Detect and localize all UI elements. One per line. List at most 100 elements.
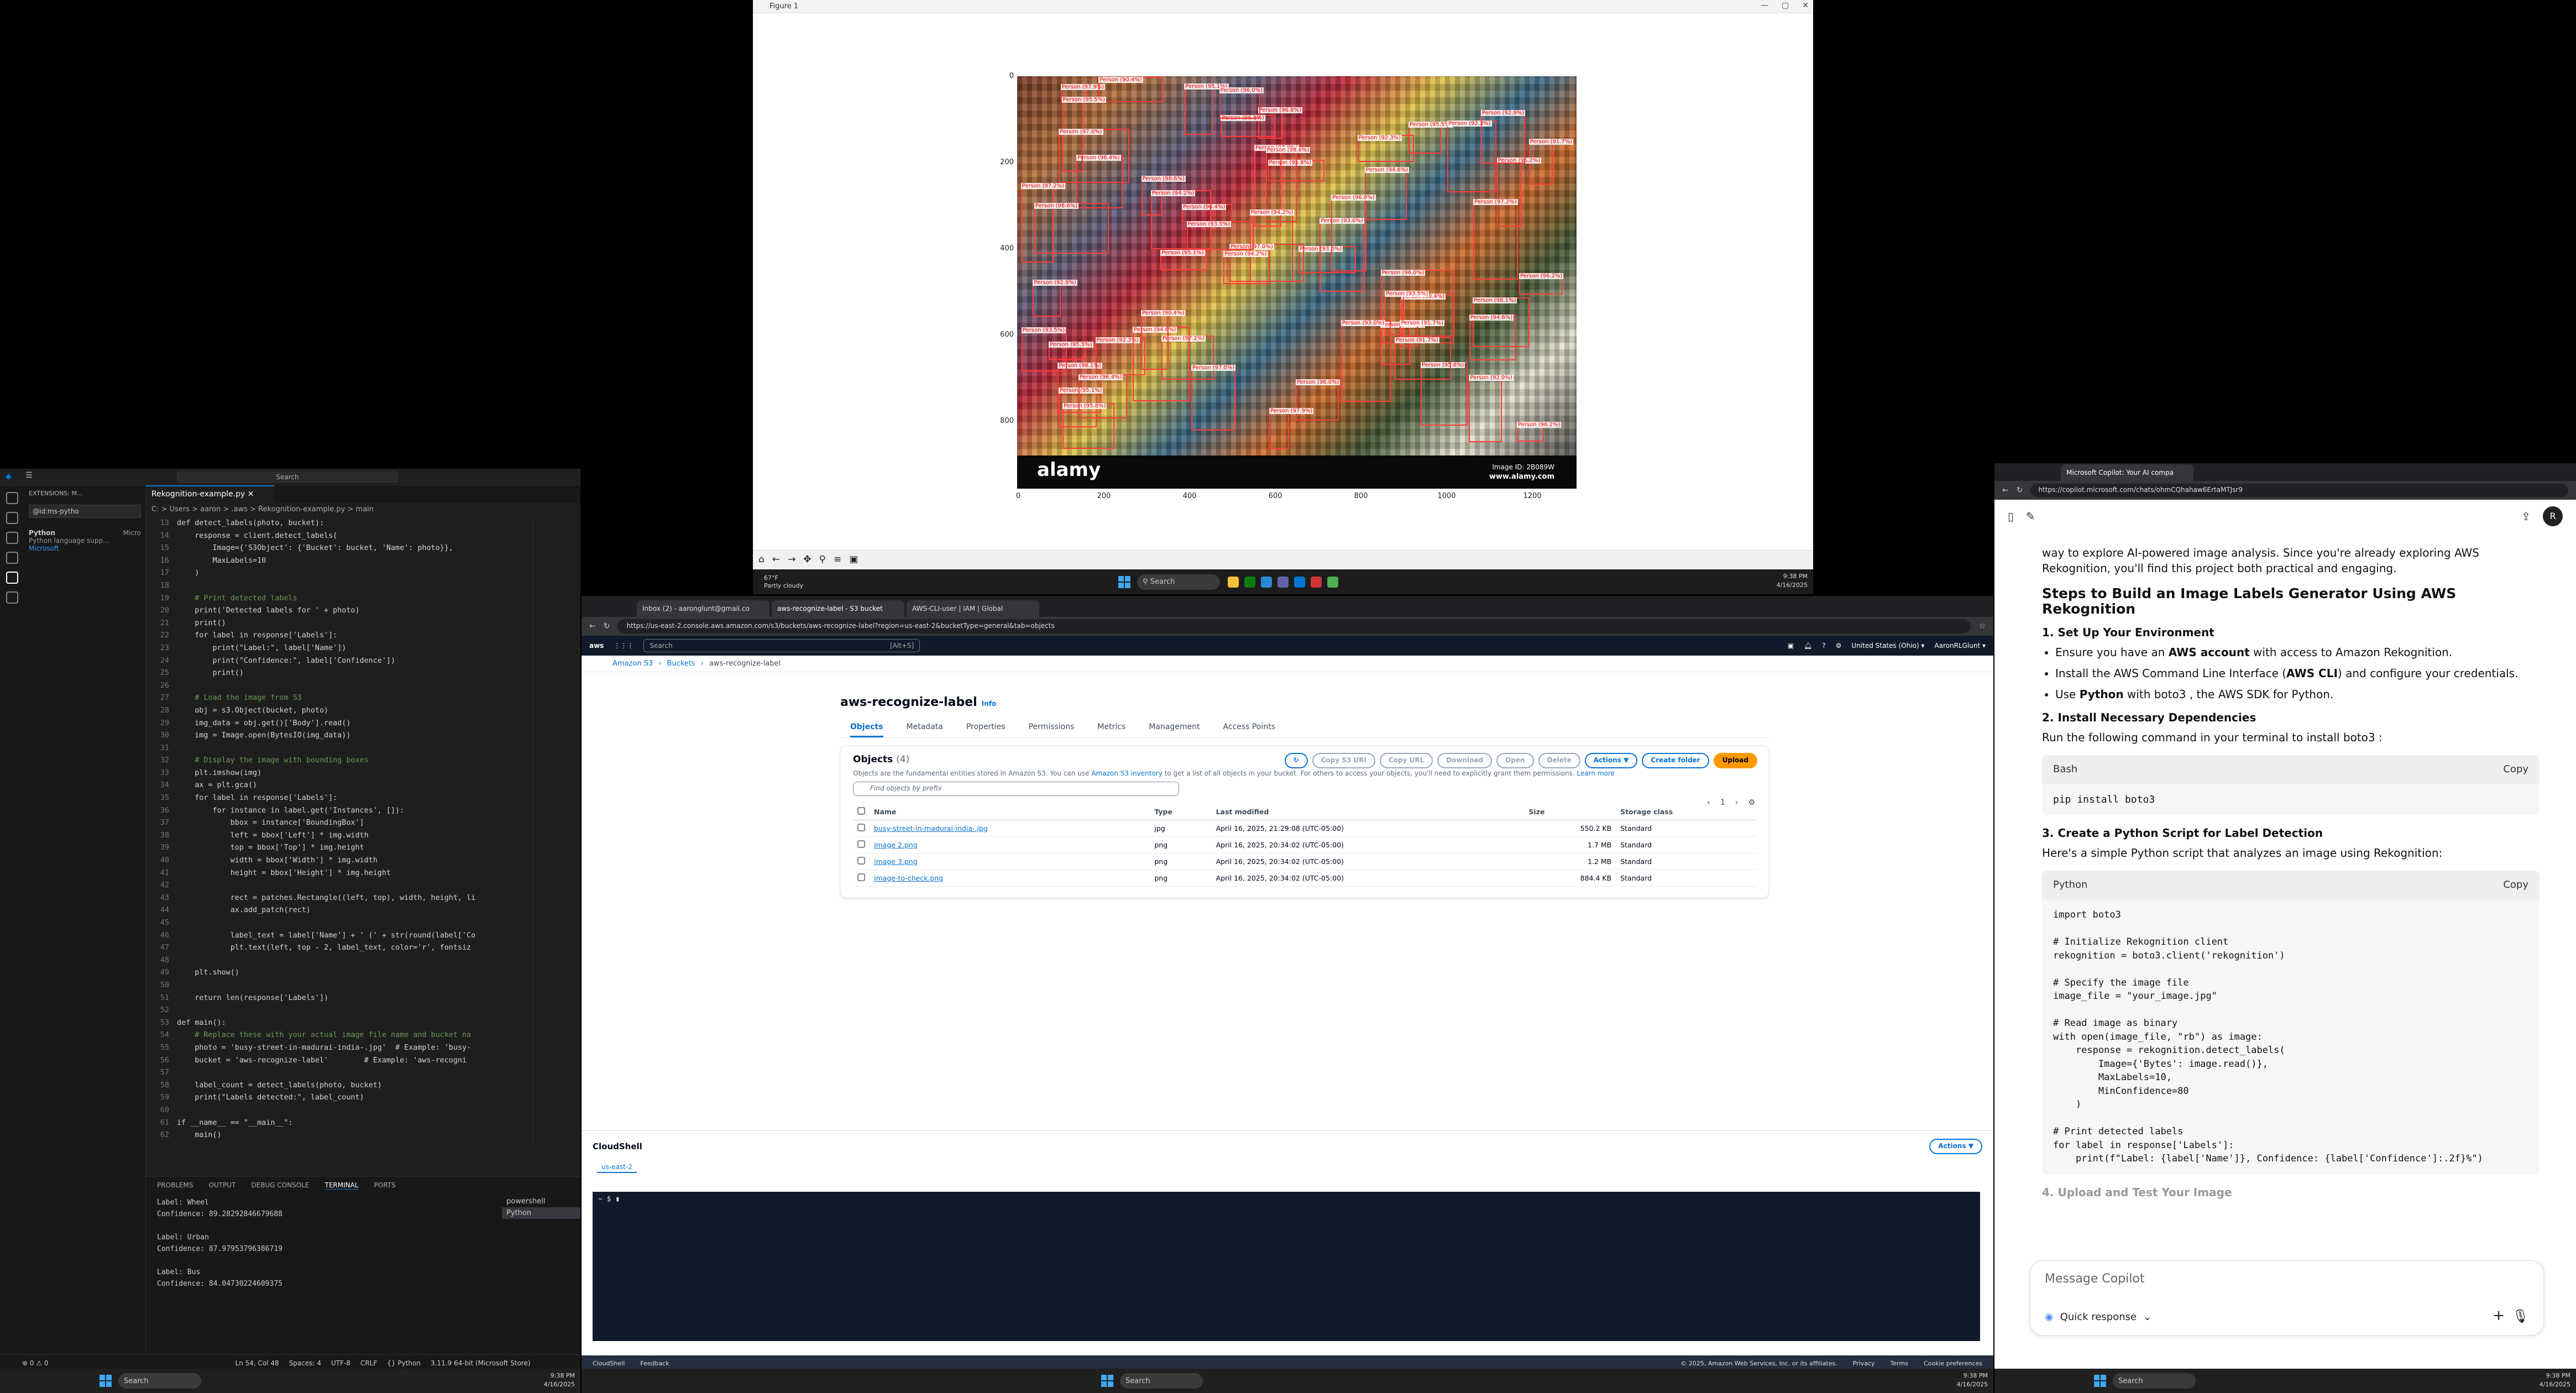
bucket-tab[interactable]: Properties — [966, 722, 1006, 737]
code-line[interactable]: 23 print("Label:", label['Name']) — [146, 642, 533, 655]
prev-page-icon[interactable]: ‹ — [1707, 798, 1710, 807]
settings-icon[interactable]: ⚙ — [1836, 642, 1842, 650]
browser-tab[interactable]: aws-recognize-label - S3 bucket — [772, 600, 904, 617]
teams-icon[interactable] — [1277, 576, 1289, 588]
back-icon[interactable]: ← — [2002, 486, 2009, 495]
next-page-icon[interactable]: › — [1735, 798, 1739, 807]
info-link[interactable]: Info — [982, 700, 996, 708]
forward-icon[interactable]: → — [788, 554, 795, 565]
extensions-icon[interactable] — [6, 572, 18, 584]
table-row[interactable]: busy-street-in-madurai-india-.jpg jpg Apri… — [853, 820, 1756, 837]
configure-icon[interactable]: ≡ — [834, 554, 841, 565]
start-icon[interactable] — [2094, 1375, 2106, 1387]
folder-icon[interactable] — [1228, 576, 1239, 588]
reload-icon[interactable]: ↻ — [604, 622, 610, 631]
code-line[interactable]: 26 — [146, 680, 533, 693]
table-row[interactable]: image 3.png png April 16, 2025, 20:34:02 (… — [853, 853, 1756, 870]
bell-icon[interactable]: 🔔︎ — [1804, 642, 1812, 650]
back-icon[interactable]: ← — [772, 554, 780, 565]
app-icon[interactable] — [1311, 576, 1322, 588]
breadcrumb-link[interactable]: Amazon S3 — [612, 659, 653, 668]
taskbar-search[interactable]: Search — [1120, 1373, 1203, 1389]
microphone-icon[interactable]: 🎙︎ — [2512, 1308, 2529, 1324]
panel-tab[interactable]: TERMINAL — [324, 1181, 359, 1190]
status-item[interactable]: ⊗ 0 ⚠ 0 — [22, 1359, 49, 1367]
reload-icon[interactable]: ↻ — [2017, 486, 2023, 495]
status-item[interactable]: Ln 54, Col 48 — [235, 1359, 279, 1367]
code-line[interactable]: 35 for label in response['Labels']: — [146, 792, 533, 805]
editor-tab[interactable]: Rekognition-example.py ✕ — [146, 485, 274, 503]
bucket-tab[interactable]: Access Points — [1223, 722, 1275, 737]
code-line[interactable]: 17 ) — [146, 567, 533, 580]
bucket-tab[interactable]: Metadata — [907, 722, 943, 737]
code-line[interactable]: 54 # Replace these with your actual imag… — [146, 1029, 533, 1042]
code-line[interactable]: 18 — [146, 580, 533, 593]
add-icon[interactable]: + — [2493, 1307, 2505, 1324]
home-icon[interactable]: ⌂ — [758, 554, 765, 565]
code-line[interactable]: 14 response = client.detect_labels( — [146, 530, 533, 543]
services-grid-icon[interactable]: ⋮⋮⋮ — [614, 642, 633, 650]
back-icon[interactable]: ← — [589, 622, 596, 631]
code-line[interactable]: 33 plt.imshow(img) — [146, 767, 533, 780]
code-line[interactable]: 48 — [146, 955, 533, 967]
status-item[interactable]: CRLF — [360, 1359, 377, 1367]
code-line[interactable]: 40 width = bbox['Width'] * img.width — [146, 855, 533, 867]
code-line[interactable]: 47 plt.text(left, top - 2, label_text, c… — [146, 942, 533, 955]
code-line[interactable]: 49 plt.show() — [146, 967, 533, 980]
code-line[interactable]: 55 photo = 'busy-street-in-madurai-india… — [146, 1042, 533, 1055]
app-icon[interactable] — [1327, 576, 1339, 588]
terms-link[interactable]: Terms — [1891, 1360, 1908, 1367]
code-line[interactable]: 25 print() — [146, 667, 533, 680]
column-header[interactable]: Last modified — [1211, 804, 1525, 820]
avatar[interactable]: R — [2543, 506, 2563, 526]
code-line[interactable]: 39 top = bbox['Top'] * img.height — [146, 842, 533, 855]
create-folder-button[interactable]: Create folder — [1642, 753, 1709, 768]
code-line[interactable]: 56 bucket = 'aws-recognize-label' # Exam… — [146, 1055, 533, 1067]
quick-response-selector[interactable]: ◉ Quick response ⌄ — [2045, 1311, 2151, 1323]
download-button[interactable]: Download — [1437, 753, 1493, 768]
browser-tab[interactable]: AWS-CLI-user | IAM | Global — [907, 600, 1039, 617]
copy-button[interactable]: Copy — [2503, 762, 2528, 777]
save-icon[interactable]: ▣ — [849, 554, 858, 565]
code-line[interactable]: 58 label_count = detect_labels(photo, bu… — [146, 1080, 533, 1092]
app-icon[interactable] — [1244, 576, 1256, 588]
bucket-tab[interactable]: Management — [1149, 722, 1200, 737]
run-debug-icon[interactable] — [6, 552, 18, 564]
sidebar-toggle-icon[interactable]: ▯ — [2008, 510, 2014, 523]
browser-tab[interactable]: Inbox (2) - aaronglunt@gmail.co — [637, 600, 769, 617]
terminal-item[interactable]: Python — [502, 1207, 580, 1219]
table-row[interactable]: image 2.png png April 16, 2025, 20:34:02 (… — [853, 836, 1756, 853]
testing-icon[interactable] — [6, 591, 18, 604]
aws-search-input[interactable]: Search [Alt+S] — [643, 639, 920, 652]
status-item[interactable]: 3.11.9 64-bit (Microsoft Store) — [431, 1359, 531, 1367]
code-line[interactable]: 20 print('Detected labels for ' + photo) — [146, 605, 533, 617]
extension-search-input[interactable]: @id:ms-pytho — [29, 505, 141, 518]
edge-icon[interactable] — [1261, 576, 1273, 588]
aws-logo[interactable]: aws — [589, 642, 604, 650]
url-field[interactable]: https://us-east-2.console.aws.amazon.com… — [617, 619, 1971, 633]
privacy-link[interactable]: Privacy — [1853, 1360, 1875, 1367]
browser-tab[interactable]: Microsoft Copilot: Your AI compa — [2061, 464, 2193, 481]
code-line[interactable]: 42 — [146, 879, 533, 892]
panel-tab[interactable]: PROBLEMS — [157, 1181, 193, 1190]
bucket-tab[interactable]: Permissions — [1029, 722, 1075, 737]
start-icon[interactable] — [1118, 575, 1131, 588]
vscode-icon[interactable] — [1294, 576, 1306, 588]
column-header[interactable]: Name — [870, 804, 1150, 820]
copy-button[interactable]: Copy — [2503, 877, 2528, 893]
open-button[interactable]: Open — [1496, 753, 1534, 768]
code-line[interactable]: 57 — [146, 1067, 533, 1080]
select-all-checkbox[interactable] — [853, 804, 870, 820]
code-line[interactable]: 44 ax.add_patch(rect) — [146, 904, 533, 917]
code-line[interactable]: 30 img = Image.open(BytesIO(img_data)) — [146, 730, 533, 742]
table-settings-icon[interactable]: ⚙ — [1748, 798, 1755, 807]
object-name-link[interactable]: image 2.png — [874, 841, 918, 849]
delete-button[interactable]: Delete — [1538, 753, 1580, 768]
search-icon[interactable] — [6, 512, 18, 524]
object-name-link[interactable]: busy-street-in-madurai-india-.jpg — [874, 824, 988, 832]
page-number[interactable]: 1 — [1720, 798, 1725, 807]
taskbar-search[interactable]: Search — [2113, 1373, 2196, 1389]
taskbar-search[interactable]: ⚲ Search — [1137, 574, 1221, 590]
breadcrumb-link[interactable]: Buckets — [667, 659, 695, 668]
share-icon[interactable]: ⇪ — [2521, 510, 2531, 523]
